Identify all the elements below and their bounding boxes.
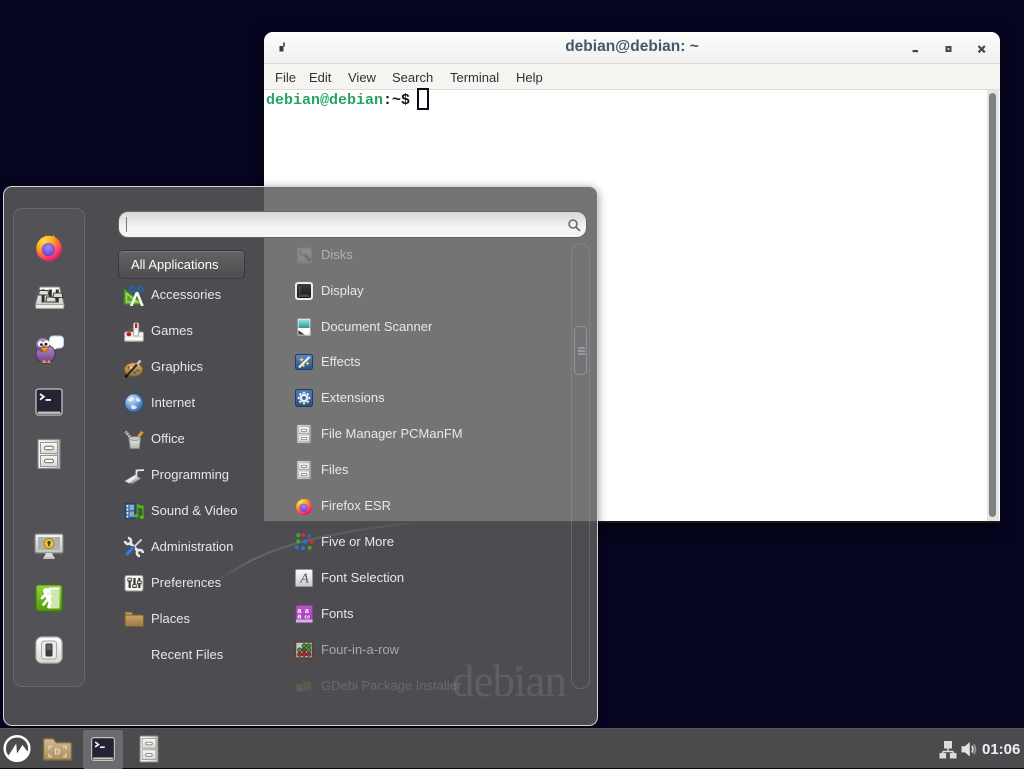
- svg-text:ω: ω: [305, 612, 311, 621]
- svg-text:A: A: [299, 572, 309, 587]
- svg-text:D: D: [54, 747, 60, 757]
